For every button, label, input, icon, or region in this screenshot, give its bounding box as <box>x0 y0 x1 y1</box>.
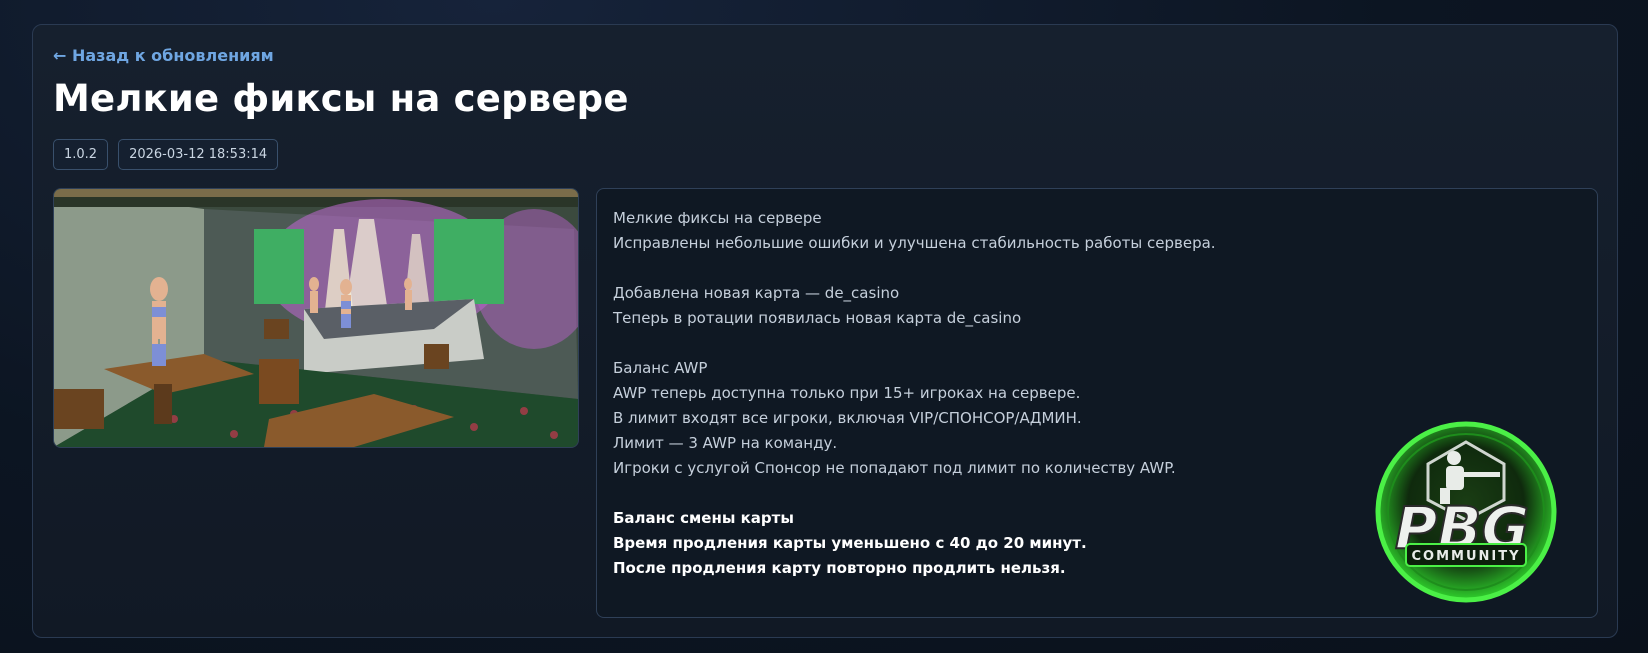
map-screenshot[interactable] <box>53 188 579 448</box>
pbg-community-logo: PBG COMMUNITY <box>1354 420 1564 620</box>
description-line: Добавлена новая карта — de_casino <box>613 284 900 302</box>
description-line: Мелкие фиксы на сервере <box>613 209 822 227</box>
meta-badges: 1.0.2 2026-03-12 18:53:14 <box>53 139 279 170</box>
logo-sub-text: COMMUNITY <box>1411 549 1520 564</box>
version-badge: 1.0.2 <box>53 139 109 170</box>
description-line: AWP теперь доступна только при 15+ игрок… <box>613 384 1081 402</box>
description-line: Баланс AWP <box>613 359 708 377</box>
page-title: Мелкие фиксы на сервере <box>53 77 629 120</box>
back-to-updates-link[interactable]: ← Назад к обновлениям <box>53 46 274 65</box>
date-badge: 2026-03-12 18:53:14 <box>118 139 279 170</box>
description-line: Теперь в ротации появилась новая карта d… <box>613 309 1022 327</box>
description-line: Исправлены небольшие ошибки и улучшена с… <box>613 234 1216 252</box>
